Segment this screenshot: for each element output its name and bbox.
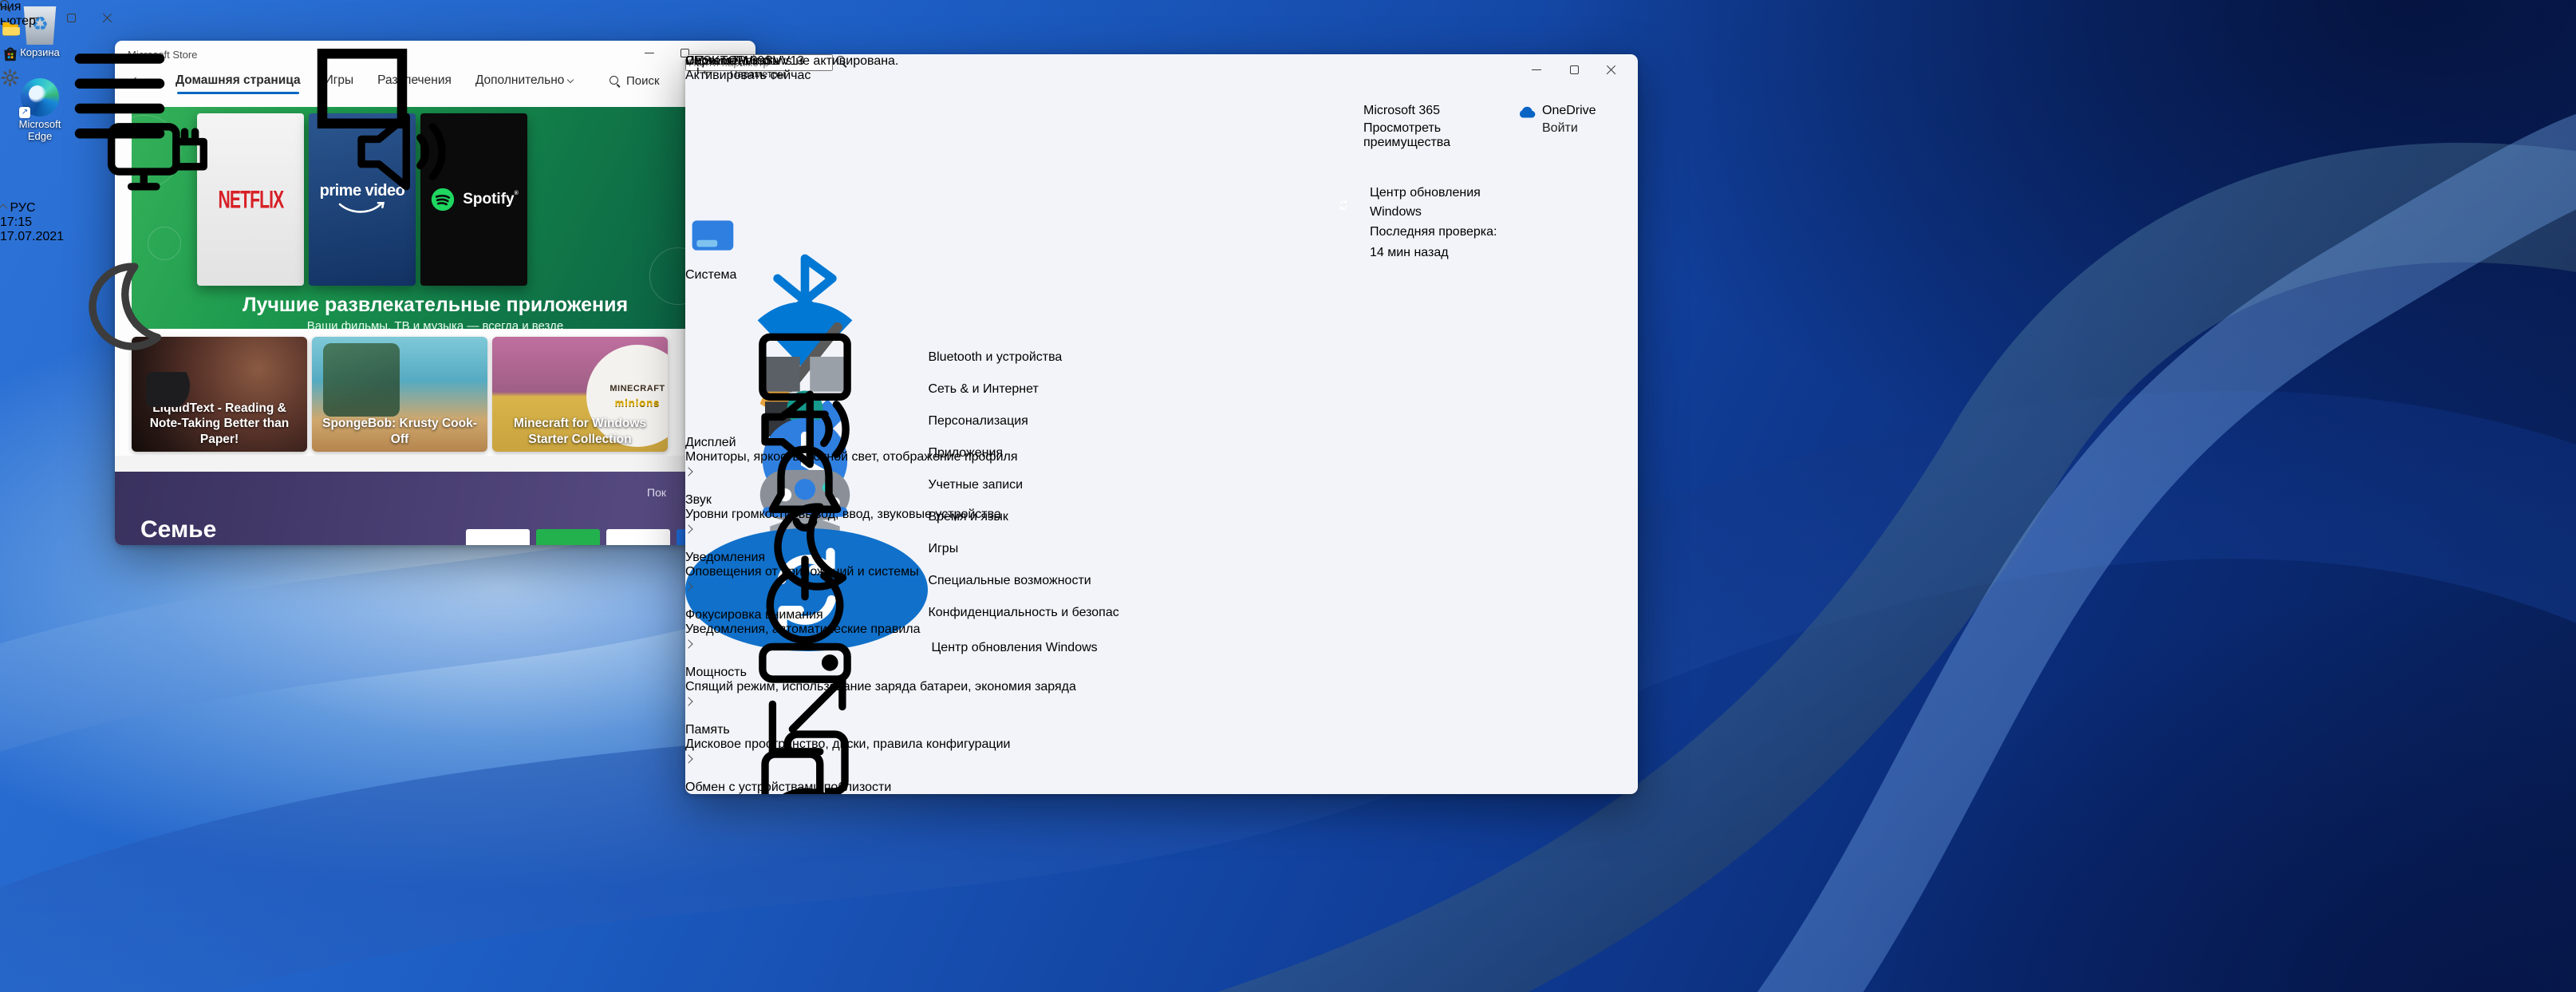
ms365-subtitle[interactable]: Просмотреть преимущества bbox=[1363, 121, 1499, 150]
onedrive-cloud-icon bbox=[1517, 102, 1537, 123]
minimize-icon[interactable] bbox=[644, 47, 655, 58]
app-tile[interactable] bbox=[606, 529, 670, 545]
store-search-button[interactable]: Поиск bbox=[609, 74, 660, 88]
ms365-title: Microsoft 365 bbox=[1363, 104, 1440, 118]
date: 17.07.2021 bbox=[0, 230, 521, 244]
file-explorer-icon bbox=[0, 18, 21, 39]
app-tile[interactable] bbox=[536, 529, 600, 545]
file-explorer-button[interactable] bbox=[0, 18, 521, 43]
activation-warning-banner: i Система Windows не активирована. Актив… bbox=[685, 54, 898, 83]
banner-heading: Семье bbox=[140, 516, 216, 543]
settings-gear-icon bbox=[0, 68, 20, 88]
search-icon bbox=[0, 0, 14, 14]
update-subtitle: Последняя проверка: 14 мин назад bbox=[1370, 222, 1513, 263]
settings-button[interactable] bbox=[0, 68, 521, 92]
update-title: Центр обновления Windows bbox=[1370, 184, 1497, 222]
search-icon bbox=[609, 76, 620, 86]
activation-icon bbox=[685, 772, 925, 794]
tray-chevron-up-icon[interactable] bbox=[0, 204, 8, 212]
time: 17:15 bbox=[0, 215, 521, 230]
taskbar-search-button[interactable] bbox=[0, 0, 521, 18]
show-all-link[interactable]: Пок bbox=[647, 486, 666, 499]
onedrive-signin[interactable]: Войти bbox=[1542, 121, 1578, 136]
avatar[interactable] bbox=[708, 102, 755, 150]
store-bag-icon bbox=[0, 43, 21, 64]
activation-warning-text: Система Windows не активирована. bbox=[685, 54, 898, 69]
desktop: ♻ Корзина ↗ Microsoft Edge Microsoft Sto… bbox=[0, 0, 2576, 992]
onedrive-title: OneDrive bbox=[1542, 104, 1596, 118]
row-activation[interactable]: Активация bbox=[685, 772, 925, 794]
taskbar: РУС 17:15 17.07.2021 bbox=[0, 0, 521, 368]
clock[interactable]: 17:15 17.07.2021 bbox=[0, 215, 521, 244]
focus-assist-moon-icon[interactable] bbox=[0, 244, 239, 364]
keyboard-language[interactable]: РУС bbox=[10, 201, 35, 215]
app-tile[interactable] bbox=[466, 529, 530, 545]
close-icon[interactable] bbox=[1606, 64, 1617, 75]
card-title: LiquidText - Reading & Note-Taking Bette… bbox=[136, 401, 302, 447]
card-title: Minecraft for Windows Starter Collection bbox=[497, 416, 663, 447]
info-icon: i bbox=[696, 64, 700, 78]
card-title: SpongeBob: Krusty Cook-Off bbox=[317, 416, 483, 447]
volume-icon[interactable] bbox=[282, 92, 521, 211]
store-section-gap bbox=[115, 456, 755, 472]
minimize-icon[interactable] bbox=[1531, 64, 1542, 75]
chevron-down-icon bbox=[567, 77, 574, 83]
store-purple-banner[interactable]: Пок Семье bbox=[115, 472, 755, 545]
windows-update-icon bbox=[1336, 198, 1351, 216]
settings-window: Параметры Alex Exler exler@exler.ru Сист… bbox=[685, 54, 1638, 794]
network-icon[interactable] bbox=[39, 92, 278, 211]
maximize-icon[interactable] bbox=[1568, 64, 1580, 75]
store-button[interactable] bbox=[0, 43, 521, 68]
activate-now-link[interactable]: Активировать сейчас bbox=[685, 69, 898, 83]
